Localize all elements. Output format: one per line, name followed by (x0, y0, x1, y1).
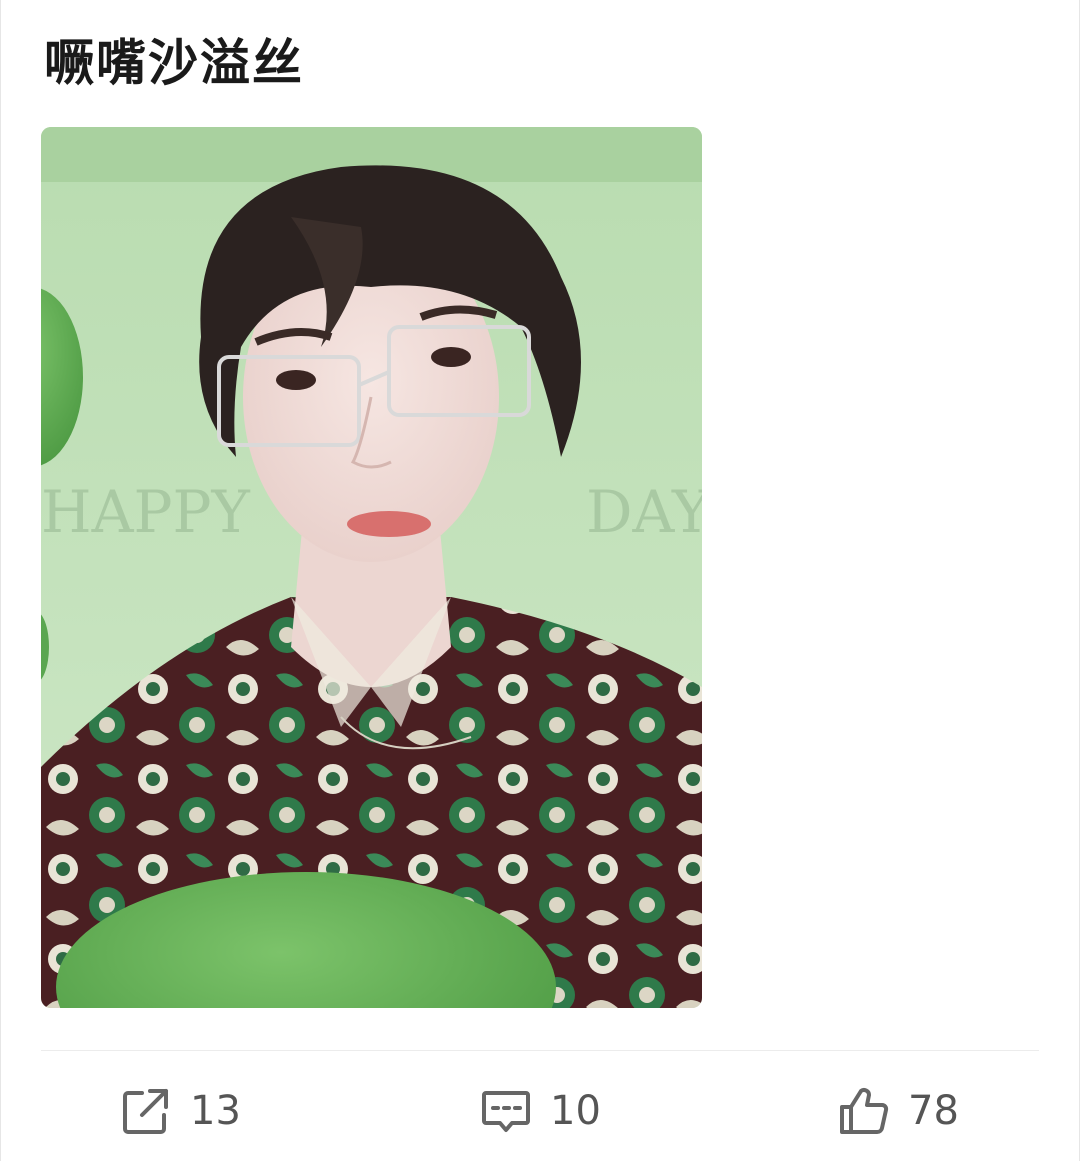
left-border (0, 0, 1, 1161)
divider (41, 1050, 1039, 1051)
thumbs-up-icon (840, 1088, 889, 1134)
repost-count: 13 (190, 1088, 241, 1134)
like-count: 78 (908, 1088, 959, 1134)
post-text: 噘嘴沙溢丝 (44, 34, 304, 92)
like-button[interactable]: 78 (838, 1083, 959, 1139)
post-photo[interactable]: HAPPY DAY (41, 127, 702, 1008)
comment-count: 10 (550, 1088, 601, 1134)
photo-illustration: HAPPY DAY (41, 127, 702, 1008)
background-text-day: DAY (586, 478, 702, 546)
comment-button[interactable]: 10 (480, 1083, 601, 1139)
post-card: 噘嘴沙溢丝 HAPPY DAY 13 10 78 (0, 0, 1080, 1161)
repost-button[interactable]: 13 (120, 1083, 241, 1139)
comment-icon (482, 1091, 530, 1132)
background-text-happy: HAPPY (41, 478, 251, 546)
share-icon (123, 1089, 168, 1134)
